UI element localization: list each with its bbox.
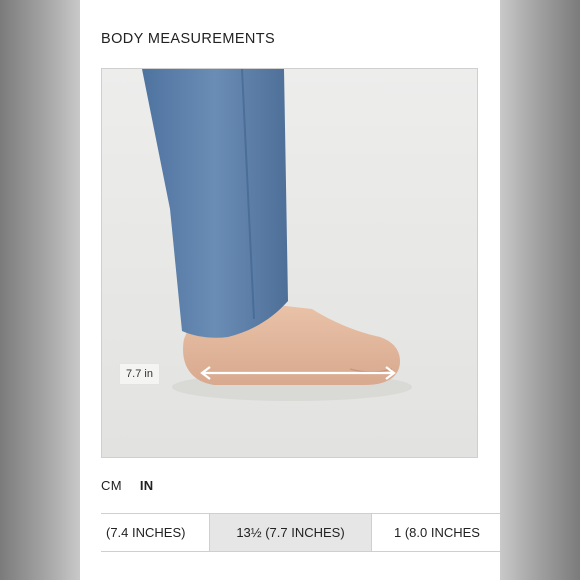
background-right bbox=[500, 0, 580, 580]
size-option-selected[interactable]: 13½ (7.7 INCHES) bbox=[210, 514, 372, 551]
measurements-panel: BODY MEASUREMENTS 7.7 in CM IN (7.4 INCH… bbox=[80, 0, 500, 580]
foot-illustration bbox=[102, 69, 477, 457]
unit-in[interactable]: IN bbox=[140, 478, 154, 493]
size-option[interactable]: (7.4 INCHES) bbox=[101, 514, 210, 551]
size-option[interactable]: 1 (8.0 INCHES bbox=[372, 514, 500, 551]
measurement-label: 7.7 in bbox=[119, 363, 160, 385]
unit-cm[interactable]: CM bbox=[101, 478, 122, 493]
panel-title: BODY MEASUREMENTS bbox=[101, 31, 276, 47]
background-left bbox=[0, 0, 80, 580]
measurement-image: 7.7 in bbox=[101, 68, 478, 458]
size-selector: (7.4 INCHES) 13½ (7.7 INCHES) 1 (8.0 INC… bbox=[101, 513, 500, 552]
unit-toggle: CM IN bbox=[101, 478, 153, 493]
